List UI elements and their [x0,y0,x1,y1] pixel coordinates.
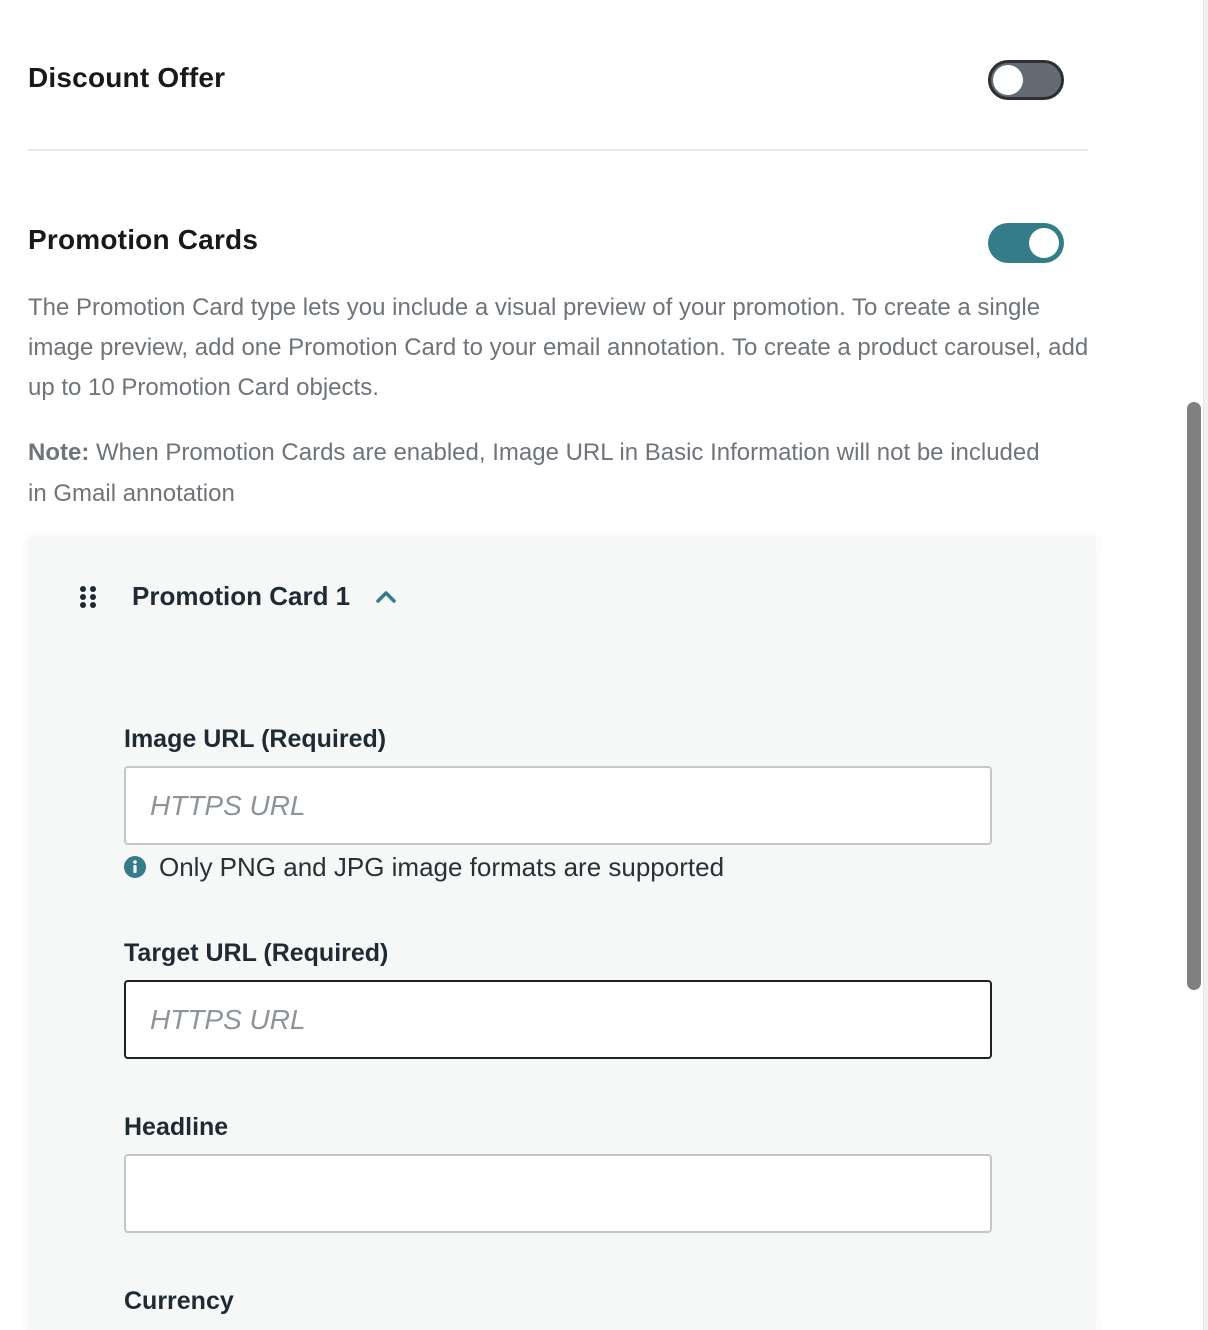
scrollbar-thumb[interactable] [1187,402,1201,990]
headline-label: Headline [124,1113,229,1141]
promotion-settings-page: Discount Offer Promotion Cards The Promo… [0,0,1208,1330]
window-edge [1203,0,1208,1330]
info-icon [124,856,146,878]
chevron-up-icon[interactable] [374,586,398,606]
image-format-hint: Only PNG and JPG image formats are suppo… [124,850,724,884]
section-divider [28,149,1088,151]
drag-handle-icon[interactable] [79,585,97,609]
image-url-input[interactable] [124,766,992,845]
note-text: When Promotion Cards are enabled, Image … [28,439,1040,507]
headline-input[interactable] [124,1154,992,1233]
target-url-input[interactable] [124,980,992,1059]
promotion-cards-description: The Promotion Card type lets you include… [28,294,1089,401]
note-label: Note: [28,439,90,466]
promotion-cards-title: Promotion Cards [28,224,259,255]
target-url-label: Target URL (Required) [124,939,389,967]
discount-offer-title: Discount Offer [28,62,226,93]
toggle-knob [1029,228,1059,258]
image-format-hint-text: Only PNG and JPG image formats are suppo… [159,851,725,882]
image-url-label: Image URL (Required) [124,725,387,753]
discount-offer-toggle[interactable] [988,60,1064,100]
promotion-cards-toggle[interactable] [988,223,1064,263]
promotion-cards-note: Note: When Promotion Cards are enabled, … [28,432,1058,514]
currency-label: Currency [124,1287,234,1315]
toggle-knob [993,65,1023,95]
promotion-card-title[interactable]: Promotion Card 1 [132,578,350,614]
